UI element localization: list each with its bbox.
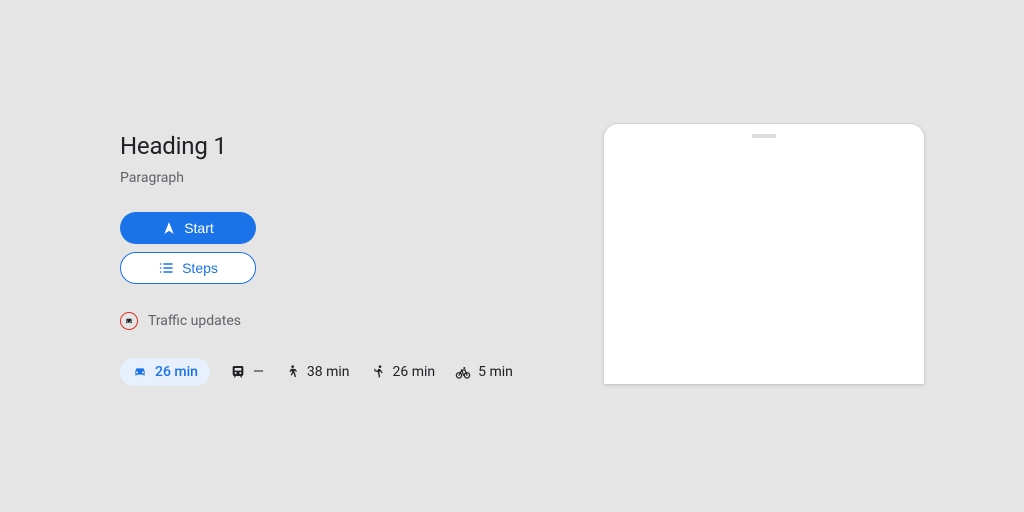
- route-info-panel: Heading 1 Paragraph Start Steps Traffic …: [120, 132, 540, 386]
- mode-walk-time: 38 min: [307, 364, 350, 380]
- mode-bike-time: 5 min: [478, 364, 513, 380]
- train-icon: [230, 364, 246, 380]
- start-button-label: Start: [184, 220, 214, 236]
- steps-button[interactable]: Steps: [120, 252, 256, 284]
- mode-bike[interactable]: 5 min: [455, 364, 513, 380]
- travel-modes-row: 26 min — 38 min 26 min 5 min: [120, 358, 540, 386]
- mode-ride[interactable]: 26 min: [370, 364, 436, 380]
- mode-drive-time: 26 min: [155, 364, 198, 380]
- mode-transit-time: —: [253, 364, 264, 380]
- rideshare-icon: [370, 364, 386, 380]
- walk-icon: [284, 364, 300, 380]
- no-car-icon: [120, 312, 138, 330]
- car-icon: [132, 364, 148, 380]
- bottom-sheet[interactable]: [604, 124, 924, 384]
- traffic-updates-label: Traffic updates: [148, 313, 241, 329]
- mode-drive[interactable]: 26 min: [120, 358, 210, 386]
- start-button[interactable]: Start: [120, 212, 256, 244]
- drag-handle[interactable]: [752, 134, 776, 138]
- list-icon: [158, 260, 174, 276]
- mode-ride-time: 26 min: [393, 364, 436, 380]
- mode-walk[interactable]: 38 min: [284, 364, 350, 380]
- page-title: Heading 1: [120, 132, 540, 160]
- steps-button-label: Steps: [182, 260, 218, 276]
- page-subtext: Paragraph: [120, 170, 540, 186]
- navigate-icon: [162, 221, 176, 235]
- mode-transit[interactable]: —: [230, 364, 264, 380]
- bike-icon: [455, 364, 471, 380]
- traffic-updates-row[interactable]: Traffic updates: [120, 312, 540, 330]
